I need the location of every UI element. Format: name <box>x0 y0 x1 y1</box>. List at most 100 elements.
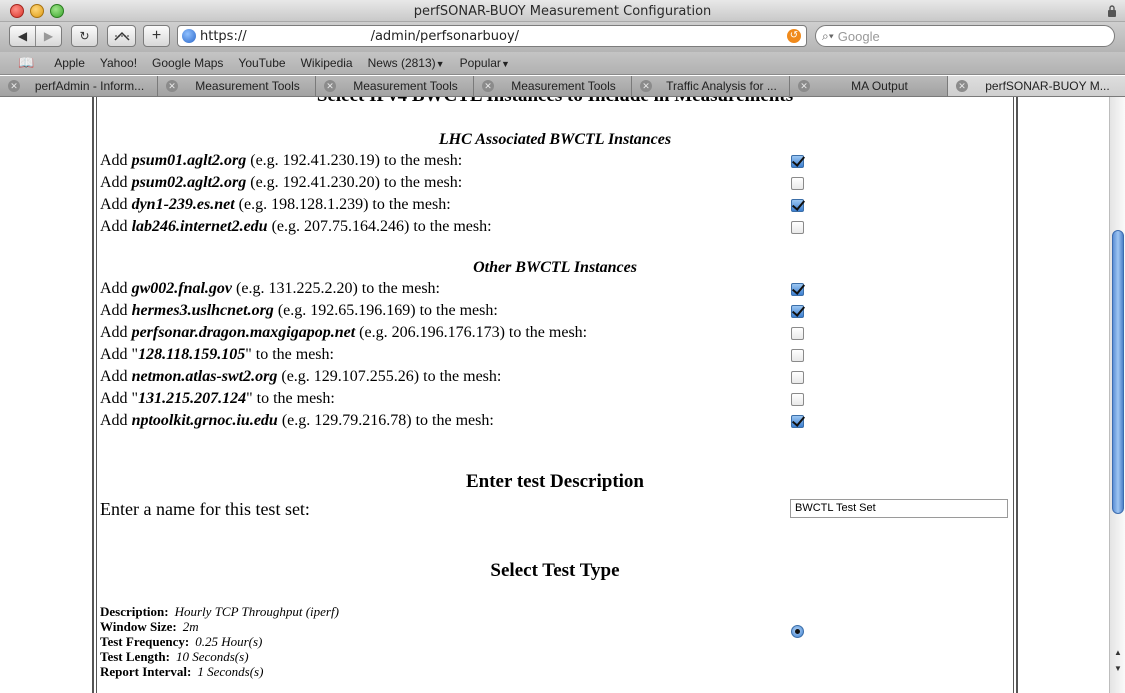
host-name: psum01.aglt2.org <box>131 152 247 169</box>
search-placeholder: Google <box>837 28 880 44</box>
tab-perfadmin[interactable]: ✕ perfAdmin - Inform... <box>0 76 158 96</box>
include-host-checkbox[interactable] <box>791 155 804 168</box>
close-tab-icon[interactable]: ✕ <box>640 80 652 92</box>
snapback-icon <box>113 31 130 41</box>
chevron-down-icon: ▼ <box>435 59 445 69</box>
scroll-down-icon[interactable]: ▼ <box>1110 661 1125 677</box>
reload-button[interactable]: ↻ <box>71 25 98 47</box>
url-text: https:// /admin/perfsonarbuoy/ <box>200 28 520 44</box>
row-suffix: (e.g. 129.79.216.78) to the mesh: <box>277 412 494 429</box>
row-prefix: Add <box>100 280 132 297</box>
tab-perfsonar-buoy[interactable]: ✕ perfSONAR-BUOY M... <box>948 76 1125 96</box>
tab-label: perfAdmin - Inform... <box>34 79 145 93</box>
snapback-button[interactable] <box>107 25 136 47</box>
other-group-title: Other BWCTL Instances <box>473 259 637 276</box>
detail-key: Test Length: <box>100 649 170 664</box>
browser-toolbar: ◀ ▶ ↻ + https:// /admin/perfsonarbuoy/ ↺… <box>0 22 1125 52</box>
chevron-down-icon: ▼ <box>500 59 510 69</box>
host-name: 131.215.207.124 <box>138 390 247 407</box>
test-type-radio[interactable] <box>791 625 804 638</box>
detail-line: Test Frequency: 0.25 Hour(s) <box>100 634 339 649</box>
include-host-checkbox[interactable] <box>791 393 804 406</box>
bookmark-news[interactable]: News (2813)▼ <box>368 56 445 70</box>
tab-label: perfSONAR-BUOY M... <box>985 79 1110 93</box>
row-prefix: Add <box>100 368 132 385</box>
tab-measurement-tools-2[interactable]: ✕ Measurement Tools <box>316 76 474 96</box>
host-name: perfsonar.dragon.maxgigapop.net <box>131 324 356 341</box>
detail-key: Description: <box>100 604 169 619</box>
reload-icon: ↻ <box>79 29 90 43</box>
bookmark-wikipedia[interactable]: Wikipedia <box>301 56 353 70</box>
row-suffix: " to the mesh: <box>246 390 335 407</box>
include-host-checkbox[interactable] <box>791 415 804 428</box>
include-host-checkbox[interactable] <box>791 371 804 384</box>
tab-ma-output[interactable]: ✕ MA Output <box>790 76 948 96</box>
mesh-row: Add hermes3.uslhcnet.org (e.g. 192.65.19… <box>100 302 498 320</box>
close-tab-icon[interactable]: ✕ <box>166 80 178 92</box>
detail-value: 2m <box>182 619 199 634</box>
page-content: Select IPv4 BWCTL Instances to Include i… <box>0 97 1109 693</box>
include-host-checkbox[interactable] <box>791 349 804 362</box>
detail-value: Hourly TCP Throughput (iperf) <box>174 604 339 619</box>
include-host-checkbox[interactable] <box>791 327 804 340</box>
detail-line: Window Size: 2m <box>100 619 339 634</box>
detail-value: 10 Seconds(s) <box>175 649 249 664</box>
close-tab-icon[interactable]: ✕ <box>482 80 494 92</box>
test-type-details: Description: Hourly TCP Throughput (iperf… <box>100 604 339 679</box>
address-bar[interactable]: https:// /admin/perfsonarbuoy/ ↺ <box>177 25 807 47</box>
detail-value: 1 Seconds(s) <box>197 664 264 679</box>
tab-measurement-tools-1[interactable]: ✕ Measurement Tools <box>158 76 316 96</box>
page-viewport: Select IPv4 BWCTL Instances to Include i… <box>0 97 1109 693</box>
row-prefix: Add <box>100 174 132 191</box>
mesh-row: Add "131.215.207.124" to the mesh: <box>100 390 335 408</box>
close-tab-icon[interactable]: ✕ <box>798 80 810 92</box>
close-tab-icon[interactable]: ✕ <box>956 80 968 92</box>
row-suffix: (e.g. 129.107.255.26) to the mesh: <box>277 368 502 385</box>
tab-label: Measurement Tools <box>195 79 300 93</box>
vertical-scrollbar[interactable]: ▲ ▼ <box>1109 97 1125 693</box>
tab-measurement-tools-3[interactable]: ✕ Measurement Tools <box>474 76 632 96</box>
back-icon[interactable]: ◀ <box>10 29 35 43</box>
test-type-section-title: Select Test Type <box>490 560 620 581</box>
host-name: psum02.aglt2.org <box>131 174 247 191</box>
include-host-checkbox[interactable] <box>791 221 804 234</box>
close-tab-icon[interactable]: ✕ <box>324 80 336 92</box>
mesh-row: Add netmon.atlas-swt2.org (e.g. 129.107.… <box>100 368 501 386</box>
tab-label: MA Output <box>851 79 908 93</box>
snapback-url-icon[interactable]: ↺ <box>787 29 801 43</box>
bookmark-news-label: News (2813) <box>367 56 436 70</box>
include-host-checkbox[interactable] <box>791 283 804 296</box>
add-bookmark-button[interactable]: + <box>143 25 170 47</box>
detail-key: Window Size: <box>100 619 177 634</box>
forward-icon[interactable]: ▶ <box>36 29 61 43</box>
description-section-title: Enter test Description <box>465 471 644 492</box>
bookmark-yahoo[interactable]: Yahoo! <box>100 56 137 70</box>
bookmark-youtube[interactable]: YouTube <box>238 56 285 70</box>
detail-line: Test Length: 10 Seconds(s) <box>100 649 339 664</box>
section-heading-instances: Select IPv4 BWCTL Instances to Include i… <box>97 97 1013 107</box>
bookmark-google-maps[interactable]: Google Maps <box>152 56 223 70</box>
mesh-row: Add lab246.internet2.edu (e.g. 207.75.16… <box>100 218 492 236</box>
detail-key: Report Interval: <box>100 664 192 679</box>
bookmark-apple[interactable]: Apple <box>54 56 85 70</box>
bookmark-popular[interactable]: Popular▼ <box>460 56 510 70</box>
row-suffix: " to the mesh: <box>245 346 334 363</box>
row-prefix: Add <box>100 152 132 169</box>
row-suffix: (e.g. 207.75.164.246) to the mesh: <box>267 218 492 235</box>
open-book-icon[interactable]: 📖 <box>18 55 34 71</box>
tab-bar: ✕ perfAdmin - Inform... ✕ Measurement To… <box>0 76 1125 97</box>
detail-line: Description: Hourly TCP Throughput (iperf… <box>100 604 339 619</box>
host-name: dyn1-239.es.net <box>131 196 235 213</box>
row-prefix: Add <box>100 412 132 429</box>
close-tab-icon[interactable]: ✕ <box>8 80 20 92</box>
include-host-checkbox[interactable] <box>791 199 804 212</box>
test-name-field[interactable]: BWCTL Test Set <box>790 499 1008 518</box>
search-icon: ⌕▾ <box>822 28 834 43</box>
include-host-checkbox[interactable] <box>791 177 804 190</box>
mesh-row: Add psum02.aglt2.org (e.g. 192.41.230.20… <box>100 174 462 192</box>
scroll-up-icon[interactable]: ▲ <box>1110 645 1125 661</box>
scroll-thumb[interactable] <box>1112 230 1124 514</box>
tab-traffic-analysis[interactable]: ✕ Traffic Analysis for ... <box>632 76 790 96</box>
include-host-checkbox[interactable] <box>791 305 804 318</box>
search-input[interactable]: ⌕▾ Google <box>815 25 1115 47</box>
